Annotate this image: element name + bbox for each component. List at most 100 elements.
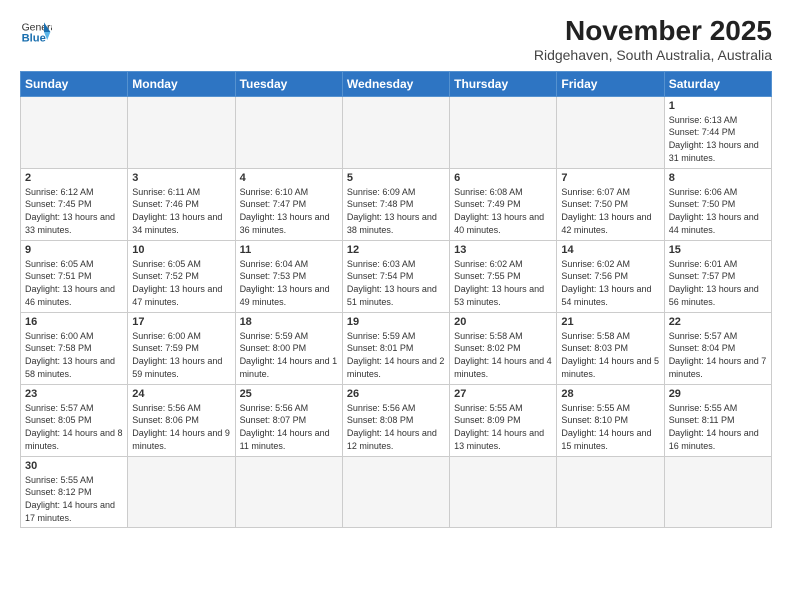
day-info: Sunrise: 6:02 AM Sunset: 7:55 PM Dayligh… <box>454 258 552 308</box>
day-info: Sunrise: 6:08 AM Sunset: 7:49 PM Dayligh… <box>454 186 552 236</box>
day-number: 17 <box>132 316 230 328</box>
day-number: 21 <box>561 316 659 328</box>
calendar-day-cell: 2 Sunrise: 6:12 AM Sunset: 7:45 PM Daylig… <box>21 168 128 240</box>
weekday-header-row: SundayMondayTuesdayWednesdayThursdayFrid… <box>21 71 772 96</box>
day-info: Sunrise: 5:55 AM Sunset: 8:09 PM Dayligh… <box>454 402 552 452</box>
calendar: SundayMondayTuesdayWednesdayThursdayFrid… <box>20 71 772 528</box>
calendar-day-cell: 3 Sunrise: 6:11 AM Sunset: 7:46 PM Daylig… <box>128 168 235 240</box>
day-number: 9 <box>25 244 123 256</box>
day-info: Sunrise: 5:57 AM Sunset: 8:04 PM Dayligh… <box>669 330 767 380</box>
calendar-day-cell: 28 Sunrise: 5:55 AM Sunset: 8:10 PM Dayli… <box>557 384 664 456</box>
day-info: Sunrise: 5:58 AM Sunset: 8:02 PM Dayligh… <box>454 330 552 380</box>
day-number: 30 <box>25 460 123 472</box>
day-info: Sunrise: 5:58 AM Sunset: 8:03 PM Dayligh… <box>561 330 659 380</box>
day-number: 8 <box>669 172 767 184</box>
month-title: November 2025 <box>534 16 772 47</box>
calendar-week-row: 23 Sunrise: 5:57 AM Sunset: 8:05 PM Dayli… <box>21 384 772 456</box>
calendar-day-cell: 11 Sunrise: 6:04 AM Sunset: 7:53 PM Dayli… <box>235 240 342 312</box>
calendar-day-cell: 21 Sunrise: 5:58 AM Sunset: 8:03 PM Dayli… <box>557 312 664 384</box>
day-info: Sunrise: 6:12 AM Sunset: 7:45 PM Dayligh… <box>25 186 123 236</box>
day-number: 20 <box>454 316 552 328</box>
day-number: 16 <box>25 316 123 328</box>
location: Ridgehaven, South Australia, Australia <box>534 47 772 63</box>
day-info: Sunrise: 6:09 AM Sunset: 7:48 PM Dayligh… <box>347 186 445 236</box>
calendar-day-cell <box>557 456 664 527</box>
calendar-week-row: 9 Sunrise: 6:05 AM Sunset: 7:51 PM Daylig… <box>21 240 772 312</box>
day-info: Sunrise: 5:55 AM Sunset: 8:10 PM Dayligh… <box>561 402 659 452</box>
day-info: Sunrise: 6:10 AM Sunset: 7:47 PM Dayligh… <box>240 186 338 236</box>
day-info: Sunrise: 5:56 AM Sunset: 8:07 PM Dayligh… <box>240 402 338 452</box>
header: General Blue November 2025 Ridgehaven, S… <box>20 16 772 63</box>
day-number: 2 <box>25 172 123 184</box>
day-info: Sunrise: 5:59 AM Sunset: 8:00 PM Dayligh… <box>240 330 338 380</box>
day-number: 18 <box>240 316 338 328</box>
calendar-day-cell: 8 Sunrise: 6:06 AM Sunset: 7:50 PM Daylig… <box>664 168 771 240</box>
calendar-day-cell: 7Sunrise: 6:07 AM Sunset: 7:50 PM Daylig… <box>557 168 664 240</box>
day-number: 28 <box>561 388 659 400</box>
day-number: 24 <box>132 388 230 400</box>
day-info: Sunrise: 6:13 AM Sunset: 7:44 PM Dayligh… <box>669 114 767 164</box>
calendar-day-cell: 5Sunrise: 6:09 AM Sunset: 7:48 PM Daylig… <box>342 168 449 240</box>
title-section: November 2025 Ridgehaven, South Australi… <box>534 16 772 63</box>
day-info: Sunrise: 6:00 AM Sunset: 7:59 PM Dayligh… <box>132 330 230 380</box>
calendar-day-cell: 17 Sunrise: 6:00 AM Sunset: 7:59 PM Dayli… <box>128 312 235 384</box>
calendar-day-cell <box>128 96 235 168</box>
calendar-day-cell: 19 Sunrise: 5:59 AM Sunset: 8:01 PM Dayli… <box>342 312 449 384</box>
day-number: 11 <box>240 244 338 256</box>
calendar-day-cell: 12Sunrise: 6:03 AM Sunset: 7:54 PM Dayli… <box>342 240 449 312</box>
calendar-day-cell: 18 Sunrise: 5:59 AM Sunset: 8:00 PM Dayli… <box>235 312 342 384</box>
day-info: Sunrise: 5:56 AM Sunset: 8:06 PM Dayligh… <box>132 402 230 452</box>
day-info: Sunrise: 6:01 AM Sunset: 7:57 PM Dayligh… <box>669 258 767 308</box>
day-number: 26 <box>347 388 445 400</box>
day-number: 25 <box>240 388 338 400</box>
calendar-day-cell <box>557 96 664 168</box>
day-number: 29 <box>669 388 767 400</box>
calendar-day-cell: 29 Sunrise: 5:55 AM Sunset: 8:11 PM Dayli… <box>664 384 771 456</box>
day-number: 4 <box>240 172 338 184</box>
calendar-day-cell <box>450 96 557 168</box>
calendar-day-cell: 13 Sunrise: 6:02 AM Sunset: 7:55 PM Dayli… <box>450 240 557 312</box>
day-info: Sunrise: 6:05 AM Sunset: 7:51 PM Dayligh… <box>25 258 123 308</box>
day-number: 14 <box>561 244 659 256</box>
day-info: Sunrise: 6:02 AM Sunset: 7:56 PM Dayligh… <box>561 258 659 308</box>
day-number: 15 <box>669 244 767 256</box>
day-info: Sunrise: 5:57 AM Sunset: 8:05 PM Dayligh… <box>25 402 123 452</box>
day-number: 12 <box>347 244 445 256</box>
weekday-header-monday: Monday <box>128 71 235 96</box>
calendar-day-cell: 26Sunrise: 5:56 AM Sunset: 8:08 PM Dayli… <box>342 384 449 456</box>
calendar-day-cell: 25 Sunrise: 5:56 AM Sunset: 8:07 PM Dayli… <box>235 384 342 456</box>
weekday-header-wednesday: Wednesday <box>342 71 449 96</box>
day-number: 13 <box>454 244 552 256</box>
calendar-day-cell <box>21 96 128 168</box>
calendar-day-cell: 14 Sunrise: 6:02 AM Sunset: 7:56 PM Dayli… <box>557 240 664 312</box>
day-info: Sunrise: 5:55 AM Sunset: 8:11 PM Dayligh… <box>669 402 767 452</box>
day-info: Sunrise: 6:04 AM Sunset: 7:53 PM Dayligh… <box>240 258 338 308</box>
calendar-day-cell: 22 Sunrise: 5:57 AM Sunset: 8:04 PM Dayli… <box>664 312 771 384</box>
day-info: Sunrise: 5:59 AM Sunset: 8:01 PM Dayligh… <box>347 330 445 380</box>
day-number: 3 <box>132 172 230 184</box>
calendar-day-cell: 1Sunrise: 6:13 AM Sunset: 7:44 PM Daylig… <box>664 96 771 168</box>
day-number: 27 <box>454 388 552 400</box>
day-number: 19 <box>347 316 445 328</box>
calendar-day-cell <box>664 456 771 527</box>
calendar-day-cell <box>342 96 449 168</box>
calendar-day-cell <box>128 456 235 527</box>
calendar-day-cell <box>342 456 449 527</box>
calendar-day-cell: 4 Sunrise: 6:10 AM Sunset: 7:47 PM Daylig… <box>235 168 342 240</box>
day-info: Sunrise: 6:00 AM Sunset: 7:58 PM Dayligh… <box>25 330 123 380</box>
calendar-week-row: 1Sunrise: 6:13 AM Sunset: 7:44 PM Daylig… <box>21 96 772 168</box>
weekday-header-sunday: Sunday <box>21 71 128 96</box>
day-number: 22 <box>669 316 767 328</box>
svg-text:Blue: Blue <box>22 33 46 45</box>
calendar-week-row: 2 Sunrise: 6:12 AM Sunset: 7:45 PM Daylig… <box>21 168 772 240</box>
calendar-day-cell: 20 Sunrise: 5:58 AM Sunset: 8:02 PM Dayli… <box>450 312 557 384</box>
weekday-header-friday: Friday <box>557 71 664 96</box>
calendar-day-cell: 10Sunrise: 6:05 AM Sunset: 7:52 PM Dayli… <box>128 240 235 312</box>
day-info: Sunrise: 6:06 AM Sunset: 7:50 PM Dayligh… <box>669 186 767 236</box>
day-info: Sunrise: 5:55 AM Sunset: 8:12 PM Dayligh… <box>25 474 123 524</box>
day-info: Sunrise: 6:11 AM Sunset: 7:46 PM Dayligh… <box>132 186 230 236</box>
day-number: 10 <box>132 244 230 256</box>
day-number: 23 <box>25 388 123 400</box>
calendar-week-row: 16 Sunrise: 6:00 AM Sunset: 7:58 PM Dayli… <box>21 312 772 384</box>
day-number: 7 <box>561 172 659 184</box>
